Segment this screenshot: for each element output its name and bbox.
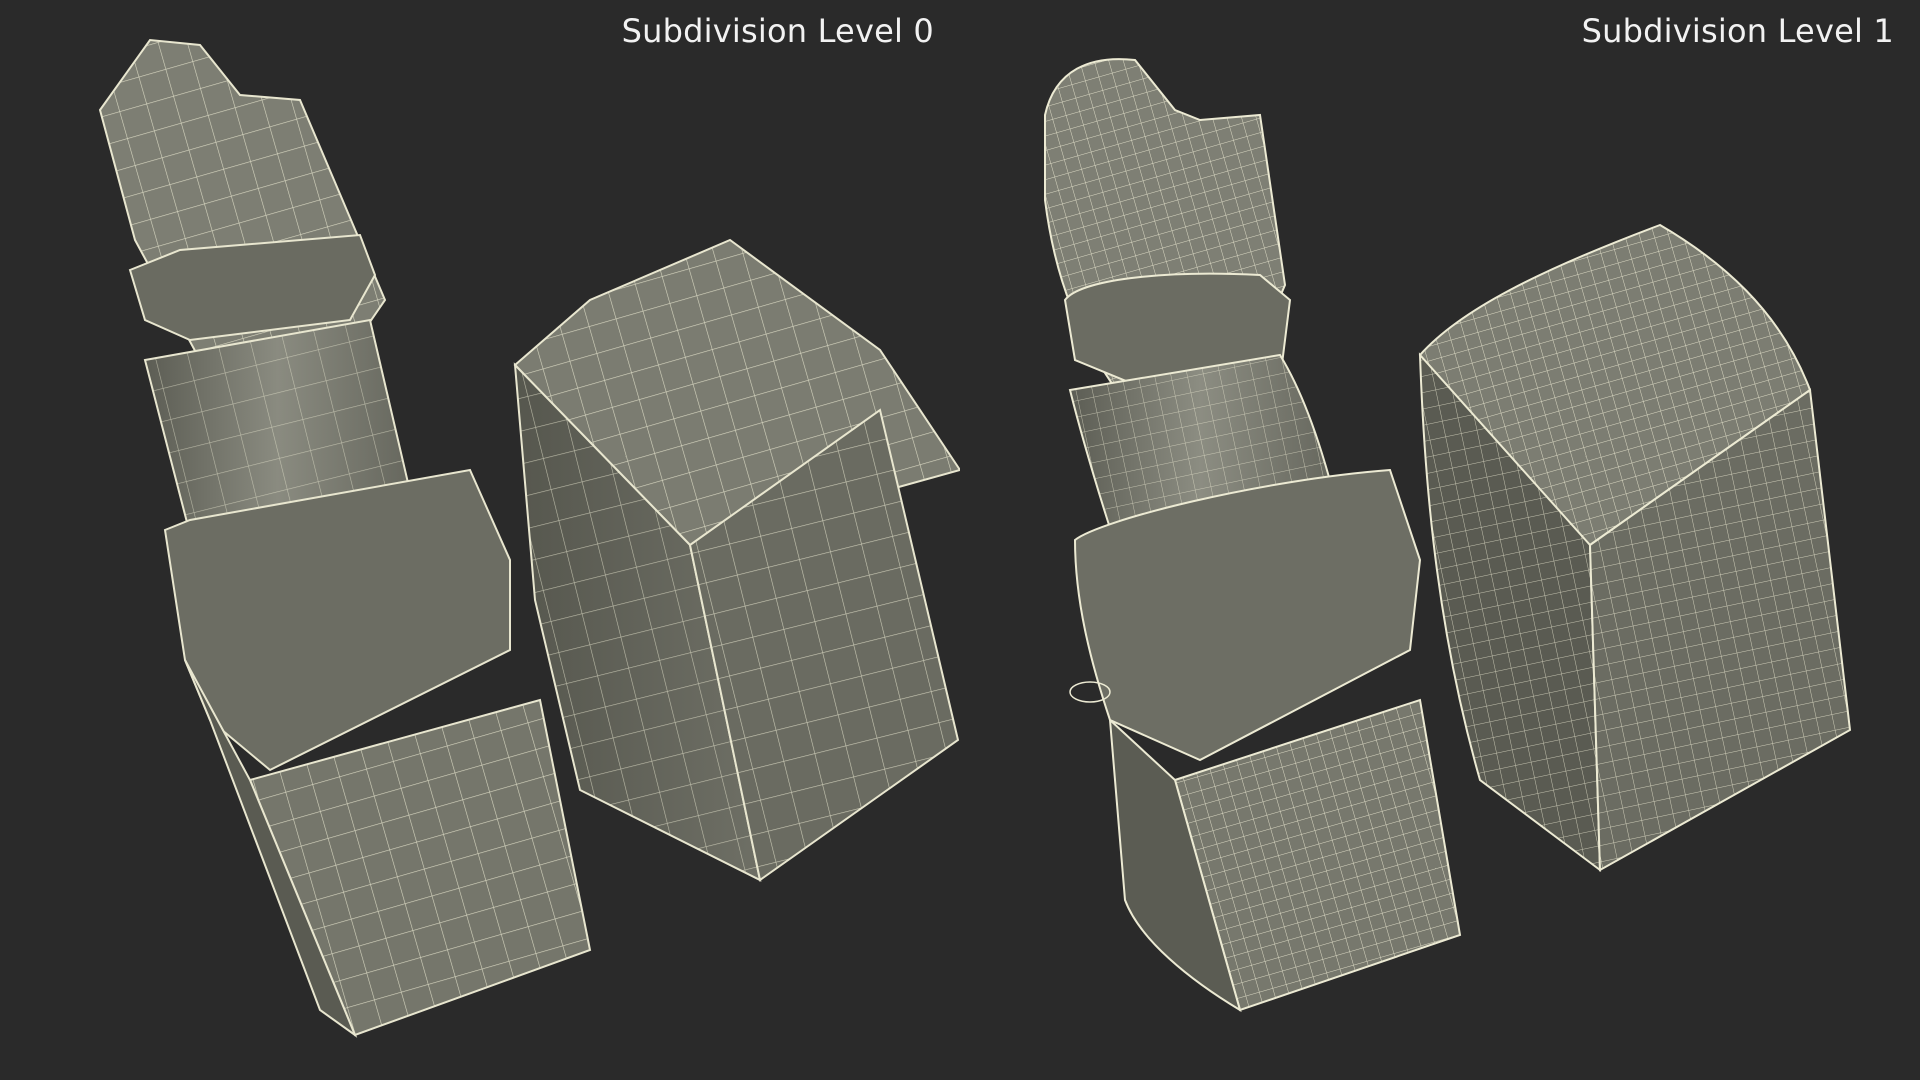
wireframe-render-level-1 [1044,58,1852,1013]
panel-label-level-0: Subdivision Level 0 [621,12,934,50]
lipstick-cap-level-1 [1418,223,1852,873]
panel-subdivision-level-0: Subdivision Level 0 [0,0,960,1080]
lipstick-cap-level-0 [513,238,960,882]
wireframe-render-level-0 [98,38,960,1038]
panel-subdivision-level-1: Subdivision Level 1 [960,0,1920,1080]
lipstick-base-level-1 [1108,698,1462,1013]
panel-label-level-1: Subdivision Level 1 [1581,12,1894,50]
render-viewport: Subdivision Level 0 Subdivision Level 1 [0,0,1920,1080]
